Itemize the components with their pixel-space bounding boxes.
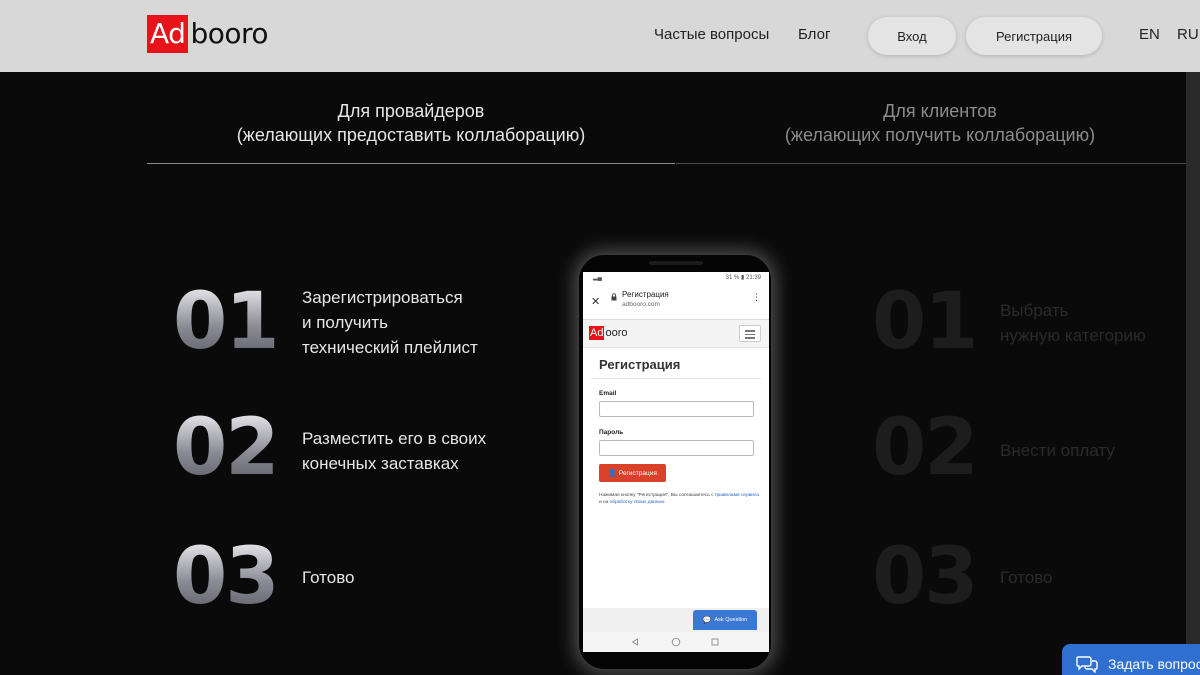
step-number: 02	[872, 403, 979, 493]
step-description: Выбрать нужную категорию	[1000, 298, 1146, 348]
tab-providers-underline	[147, 163, 675, 164]
heading-divider	[591, 378, 761, 379]
step-line: Внести оплату	[1000, 441, 1115, 460]
ask-question-label: Ask Question	[714, 617, 748, 623]
terms-link[interactable]: правилами сервиса	[715, 493, 759, 498]
logo-ad-mark: Ad	[147, 15, 189, 53]
step-line: технический плейлист	[302, 338, 478, 357]
login-button[interactable]: Вход	[868, 17, 956, 55]
nav-faq-link[interactable]: Частые вопросы	[654, 26, 769, 43]
browser-page-title: Регистрация	[622, 290, 669, 299]
tab-clients-subtitle: (желающих получить коллаборацию)	[784, 125, 1096, 145]
step-line: Выбрать	[1000, 301, 1069, 320]
ask-question-button[interactable]: 💬 Ask Question	[693, 610, 757, 630]
tab-clients[interactable]: Для клиентов (желающих получить коллабор…	[676, 99, 1200, 147]
mobile-logo-rest: ooro	[605, 327, 628, 339]
step-number: 02	[173, 403, 280, 493]
tab-clients-underline	[676, 163, 1200, 164]
step-line: Готово	[1000, 568, 1053, 587]
back-icon[interactable]	[631, 638, 639, 646]
password-field[interactable]	[599, 440, 754, 456]
step-line: нужную категорию	[1000, 326, 1146, 345]
terms-text: Нажимая кнопку "Регистрация", Вы соглаша…	[599, 492, 759, 506]
mobile-logo[interactable]: Ad ooro	[589, 326, 628, 340]
terms-text-part: Нажимая кнопку "Регистрация", Вы соглаша…	[599, 493, 715, 498]
step-line: Зарегистрироваться	[302, 288, 463, 307]
step-number: 01	[173, 277, 280, 367]
mobile-register-button[interactable]: 👤 Регистрация	[599, 464, 666, 482]
browser-url: adbooro.com	[622, 301, 660, 308]
status-right: 31 % ▮ 21:39	[725, 275, 761, 281]
privacy-link[interactable]: обработку своих данных	[610, 500, 665, 505]
close-icon[interactable]: ✕	[591, 295, 600, 308]
password-label: Пароль	[599, 429, 624, 436]
step-number: 01	[872, 277, 979, 367]
register-button[interactable]: Регистрация	[966, 17, 1102, 55]
chat-icon	[1076, 656, 1098, 673]
step-description: Внести оплату	[1000, 438, 1115, 463]
tab-providers-title: Для провайдеров	[337, 101, 485, 121]
more-options-icon[interactable]: ⋮	[752, 293, 761, 302]
mobile-site-header: Ad ooro	[583, 320, 769, 348]
site-header: Ad booro Частые вопросы Блог Вход Регистр…	[0, 0, 1200, 72]
step-line: и получить	[302, 313, 388, 332]
phone-speaker	[649, 261, 703, 265]
help-widget-label: Задать вопрос	[1108, 656, 1200, 672]
recents-icon[interactable]	[711, 638, 719, 646]
help-widget-button[interactable]: Задать вопрос	[1062, 644, 1200, 675]
page-scrollbar[interactable]	[1186, 72, 1200, 675]
lang-en-link[interactable]: EN	[1139, 26, 1160, 43]
menu-icon[interactable]	[739, 325, 761, 342]
lang-ru-link[interactable]: RU	[1177, 26, 1199, 43]
logo-wordmark: booro	[190, 17, 268, 50]
step-description: Готово	[302, 565, 355, 590]
step-line: конечных заставках	[302, 454, 459, 473]
tab-clients-title: Для клиентов	[883, 101, 997, 121]
home-icon[interactable]	[671, 637, 681, 647]
terms-text-part: .	[664, 500, 666, 505]
chat-icon: 💬	[702, 617, 712, 624]
user-plus-icon: 👤	[608, 470, 617, 477]
tab-providers-subtitle: (желающих предоставить коллаборацию)	[236, 125, 586, 145]
step-description: Готово	[1000, 565, 1053, 590]
step-number: 03	[173, 532, 280, 622]
step-line: Разместить его в своих	[302, 429, 487, 448]
phone-screen: ▂▄ 31 % ▮ 21:39 ✕ Регистрация adbooro.co…	[583, 272, 769, 652]
phone-mockup: ▂▄ 31 % ▮ 21:39 ✕ Регистрация adbooro.co…	[578, 254, 772, 670]
tab-providers[interactable]: Для провайдеров (желающих предоставить к…	[147, 99, 675, 147]
step-line: Готово	[302, 568, 355, 587]
nav-blog-link[interactable]: Блог	[798, 26, 830, 43]
mobile-logo-ad: Ad	[589, 326, 605, 340]
mobile-register-label: Регистрация	[618, 469, 657, 477]
registration-heading: Регистрация	[599, 357, 681, 372]
terms-text-part: и на	[599, 500, 610, 505]
step-description: Зарегистрироваться и получить технически…	[302, 285, 478, 360]
phone-status-bar: ▂▄ 31 % ▮ 21:39	[583, 272, 769, 284]
step-description: Разместить его в своих конечных заставка…	[302, 426, 486, 476]
signal-icon: ▂▄	[593, 275, 602, 281]
email-label: Email	[599, 390, 617, 397]
android-nav-bar	[583, 632, 769, 652]
email-field[interactable]	[599, 401, 754, 417]
browser-toolbar: ✕ Регистрация adbooro.com ⋮	[583, 284, 769, 320]
adbooro-logo[interactable]: Ad booro	[147, 15, 268, 53]
step-number: 03	[872, 532, 979, 622]
lock-icon	[611, 293, 617, 301]
